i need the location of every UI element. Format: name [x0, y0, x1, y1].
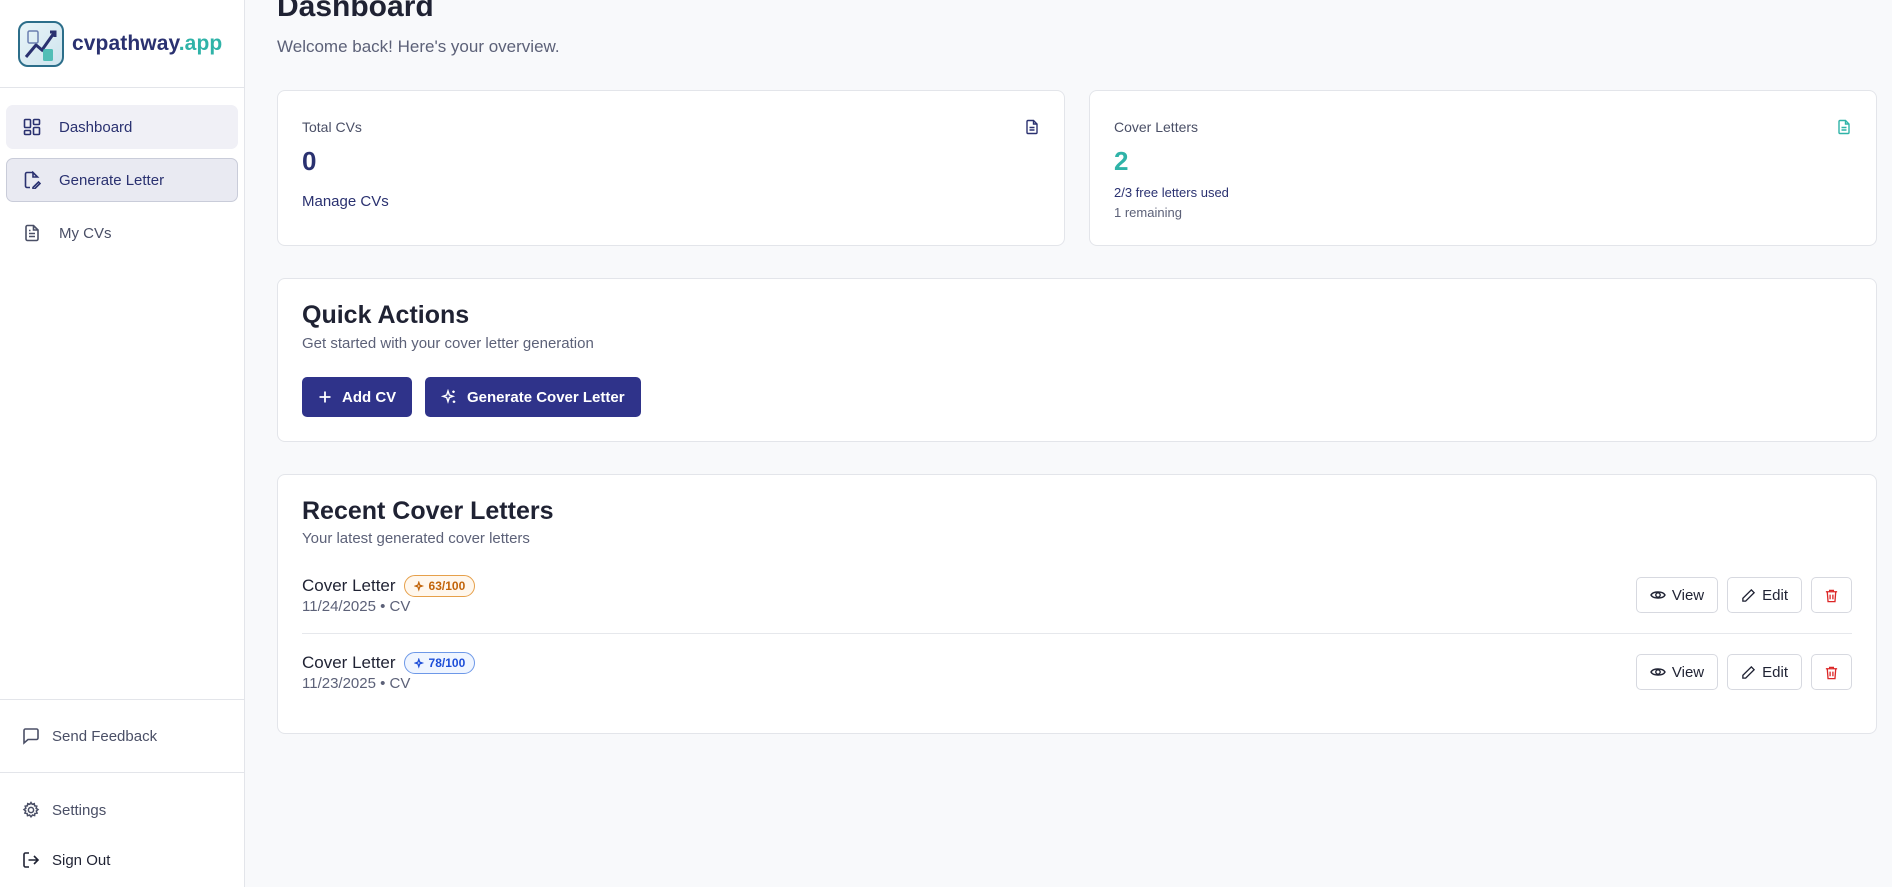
section-title: Quick Actions: [302, 301, 470, 329]
chat-icon: [21, 726, 41, 746]
eye-icon: [1650, 587, 1666, 603]
divider: [0, 772, 245, 773]
send-feedback-link[interactable]: Send Feedback: [0, 700, 245, 772]
section-subtitle: Your latest generated cover letters: [302, 530, 530, 547]
document-icon: [1024, 119, 1040, 135]
logo[interactable]: cvpathway.app: [0, 0, 244, 88]
sidebar-item-label: My CVs: [59, 224, 112, 242]
recent-cover-letters-card: Recent Cover Letters Your latest generat…: [277, 474, 1877, 734]
score-value: 63/100: [428, 579, 466, 593]
letter-title: Cover Letter: [302, 653, 396, 672]
stat-value: 2: [1114, 146, 1129, 176]
sign-out-label: Sign Out: [52, 851, 111, 869]
gear-icon: [21, 800, 41, 820]
divider: [302, 633, 1852, 634]
row-actions: View Edit: [1635, 577, 1852, 613]
stat-label: Cover Letters: [1114, 119, 1199, 135]
letter-title-line: Cover Letter 78/100: [302, 652, 476, 674]
score-badge: 78/100: [403, 652, 476, 674]
remaining-text: 1 remaining: [1114, 205, 1182, 220]
score-value: 78/100: [428, 656, 466, 670]
letter-title: Cover Letter: [302, 576, 396, 595]
delete-button[interactable]: [1811, 577, 1852, 613]
document-icon: [1836, 119, 1852, 135]
row-actions: View Edit: [1635, 654, 1852, 690]
document-icon: [22, 223, 42, 243]
grid-icon: [22, 117, 42, 137]
sidebar-footer: Send Feedback Settings Sign Out: [0, 699, 245, 887]
section-subtitle: Get started with your cover letter gener…: [302, 335, 594, 352]
stat-value: 0: [302, 146, 317, 176]
sidebar-item-my-cvs[interactable]: My CVs: [6, 211, 238, 255]
app-name-accent: .app: [178, 31, 223, 55]
trash-icon: [1824, 665, 1839, 680]
sparkles-icon: [441, 389, 457, 405]
sidebar: cvpathway.app Dashboard Generate Letter …: [0, 0, 245, 887]
page-subtitle: Welcome back! Here's your overview.: [277, 37, 560, 56]
sign-out-link[interactable]: Sign Out: [0, 835, 245, 885]
generate-cover-letter-button[interactable]: Generate Cover Letter: [425, 377, 641, 417]
sign-out-icon: [21, 850, 41, 870]
delete-button[interactable]: [1811, 654, 1852, 690]
logo-icon: [18, 20, 64, 67]
add-cv-label: Add CV: [342, 388, 397, 406]
stat-label: Total CVs: [302, 119, 362, 135]
view-label: View: [1671, 663, 1705, 681]
page-title: Dashboard: [277, 0, 434, 23]
sidebar-item-label: Dashboard: [59, 118, 133, 136]
generate-cover-letter-label: Generate Cover Letter: [467, 388, 625, 406]
usage-text: 2/3 free letters used: [1114, 185, 1229, 200]
add-cv-button[interactable]: Add CV: [302, 377, 413, 417]
sidebar-item-generate-letter[interactable]: Generate Letter: [6, 158, 238, 202]
plus-icon: [318, 390, 332, 404]
send-feedback-label: Send Feedback: [52, 727, 158, 745]
settings-label: Settings: [52, 801, 107, 819]
sparkles-icon: [413, 657, 425, 669]
cover-letters-card: Cover Letters 2 2/3 free letters used 1 …: [1089, 90, 1877, 246]
score-badge: 63/100: [403, 575, 476, 597]
edit-label: Edit: [1762, 586, 1788, 604]
view-label: View: [1671, 586, 1705, 604]
view-button[interactable]: View: [1635, 654, 1719, 690]
total-cvs-card: Total CVs 0 Manage CVs: [277, 90, 1065, 246]
trash-icon: [1824, 588, 1839, 603]
sidebar-nav: Dashboard Generate Letter My CVs: [0, 88, 244, 255]
section-title: Recent Cover Letters: [302, 497, 554, 525]
app-name-main: cvpathway: [72, 31, 179, 55]
edit-label: Edit: [1762, 663, 1788, 681]
edit-button[interactable]: Edit: [1727, 654, 1802, 690]
list-item[interactable]: Cover Letter 78/100 11/23/2025 • CV View: [302, 652, 1852, 712]
pencil-icon: [1741, 588, 1756, 603]
sidebar-item-dashboard[interactable]: Dashboard: [6, 105, 238, 149]
letter-title-line: Cover Letter 63/100: [302, 575, 476, 597]
quick-actions-card: Quick Actions Get started with your cove…: [277, 278, 1877, 442]
sidebar-item-label: Generate Letter: [59, 171, 165, 189]
view-button[interactable]: View: [1635, 577, 1719, 613]
sparkles-icon: [413, 580, 425, 592]
letter-meta: 11/24/2025 • CV: [302, 598, 411, 615]
app-name: cvpathway.app: [72, 32, 222, 56]
manage-cvs-link[interactable]: Manage CVs: [302, 193, 389, 210]
letter-meta: 11/23/2025 • CV: [302, 675, 411, 692]
document-pen-icon: [22, 170, 42, 190]
pencil-icon: [1741, 665, 1756, 680]
list-item[interactable]: Cover Letter 63/100 11/24/2025 • CV View: [302, 575, 1852, 635]
eye-icon: [1650, 664, 1666, 680]
edit-button[interactable]: Edit: [1727, 577, 1802, 613]
settings-link[interactable]: Settings: [0, 785, 245, 835]
